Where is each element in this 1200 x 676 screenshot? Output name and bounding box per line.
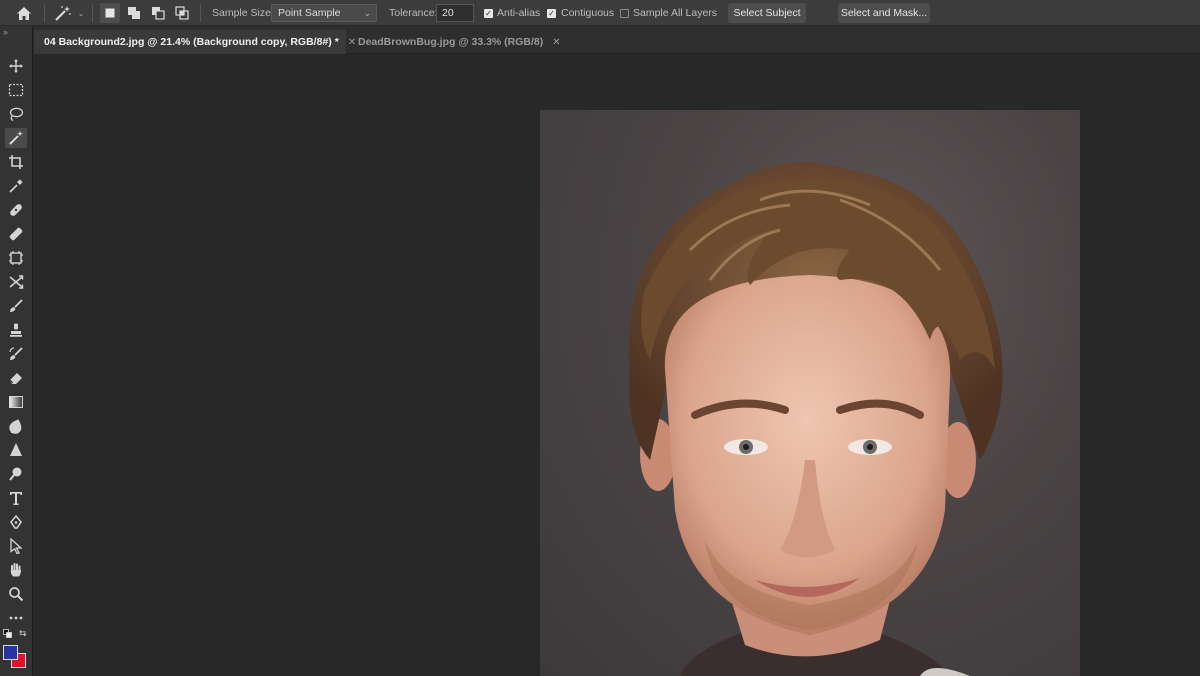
default-colors-icon[interactable] [3,629,12,640]
sharpen-tool-icon[interactable] [5,440,27,460]
add-to-selection-icon[interactable] [124,0,144,26]
close-icon[interactable]: ✕ [552,37,560,48]
canvas-area[interactable] [34,55,1200,676]
select-and-mask-button[interactable]: Select and Mask... [838,3,930,23]
magic-wand-tool-icon[interactable] [5,128,27,148]
magic-wand-icon[interactable] [52,0,74,26]
frame-tool-icon[interactable] [5,248,27,268]
anti-alias-checkbox[interactable]: ✓ [484,9,493,18]
marquee-tool-icon[interactable] [5,80,27,100]
hand-tool-icon[interactable] [5,560,27,580]
contiguous-checkbox[interactable]: ✓ [547,9,556,18]
tolerance-input[interactable]: 20 [436,4,474,22]
tab-document-inactive[interactable]: DeadBrownBug.jpg @ 33.3% (RGB/8) ✕ [348,30,561,54]
document-tabs: 04 Background2.jpg @ 21.4% (Background c… [34,26,1200,54]
more-tools-icon[interactable] [5,608,27,628]
collapse-panel-icon[interactable]: » [3,27,8,37]
brush-tool-icon[interactable] [5,296,27,316]
eyedropper-tool-icon[interactable] [5,176,27,196]
move-tool-icon[interactable] [5,56,27,76]
crop-tool-icon[interactable] [5,152,27,172]
sample-size-value: Point Sample [278,7,341,19]
options-bar: ⌄ Sample Size: Point Sample ⌄ Tolerance:… [0,0,1200,26]
portrait-photo [629,162,1003,676]
subtract-from-selection-icon[interactable] [148,0,168,26]
chevron-down-icon: ⌄ [363,8,371,18]
type-tool-icon[interactable] [5,488,27,508]
clone-stamp-icon[interactable] [5,320,27,340]
chevron-down-icon[interactable]: ⌄ [76,0,86,26]
patch-tool-icon[interactable] [5,224,27,244]
zoom-tool-icon[interactable] [5,584,27,604]
document-canvas[interactable] [540,110,1080,676]
contiguous-label: Contiguous [561,7,615,19]
pen-tool-icon[interactable] [5,512,27,532]
anti-alias-label: Anti-alias [497,7,541,19]
divider [92,4,93,22]
history-brush-icon[interactable] [5,344,27,364]
blur-tool-icon[interactable] [5,416,27,436]
sample-all-layers-label: Sample All Layers [633,7,718,19]
swap-colors-icon[interactable]: ⇆ [19,628,27,639]
sample-all-layers-checkbox[interactable] [620,9,629,18]
healing-brush-icon[interactable] [5,200,27,220]
dodge-tool-icon[interactable] [5,464,27,484]
tab-label: 04 Background2.jpg @ 21.4% (Background c… [44,36,339,48]
sample-size-label: Sample Size: [212,7,274,19]
tab-label: DeadBrownBug.jpg @ 33.3% (RGB/8) [358,36,544,48]
divider [200,4,201,22]
content-aware-move-icon[interactable] [5,272,27,292]
lasso-tool-icon[interactable] [5,104,27,124]
home-icon[interactable] [14,0,34,26]
path-selection-icon[interactable] [5,536,27,556]
foreground-color-swatch[interactable] [3,645,18,660]
intersect-selection-icon[interactable] [172,0,192,26]
tolerance-label: Tolerance: [389,7,438,19]
divider [44,4,45,22]
sample-size-select[interactable]: Point Sample ⌄ [271,4,377,22]
eraser-tool-icon[interactable] [5,368,27,388]
gradient-tool-icon[interactable] [5,392,27,412]
tools-panel: » ⇆ [0,26,33,676]
new-selection-icon[interactable] [100,3,120,23]
select-subject-button[interactable]: Select Subject [728,3,806,23]
tab-document-active[interactable]: 04 Background2.jpg @ 21.4% (Background c… [34,30,356,54]
